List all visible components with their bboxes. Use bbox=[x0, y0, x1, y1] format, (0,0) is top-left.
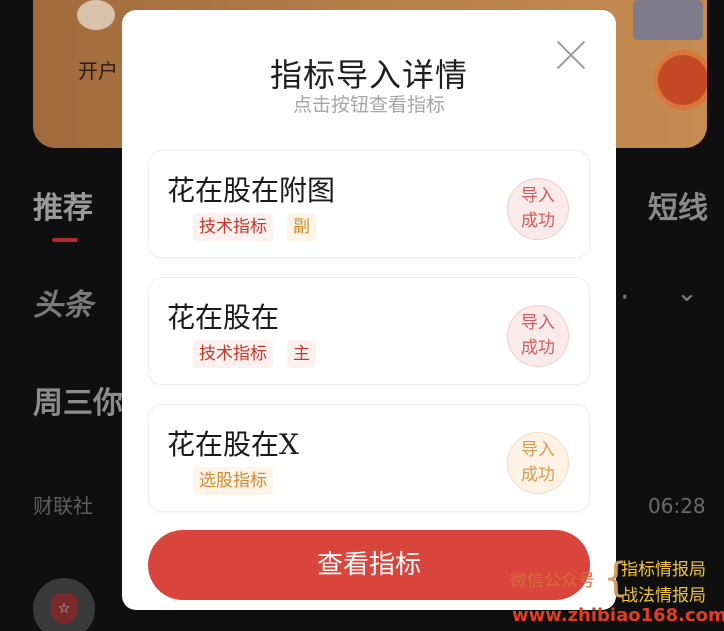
indicator-type-tag: 技术指标 bbox=[193, 213, 273, 241]
watermark-line1: 指标情报局 bbox=[621, 560, 706, 580]
news-time: 06:28 bbox=[648, 494, 706, 518]
tab-short-line[interactable]: 短线 bbox=[648, 183, 708, 227]
indicator-chart-tag: 副 bbox=[287, 213, 316, 241]
badge-line1: 导入 bbox=[521, 440, 555, 460]
chevron-down-icon[interactable]: ⌄ bbox=[676, 278, 698, 308]
indicator-card[interactable]: 花在股在 技术指标 主 导入 成功 bbox=[148, 277, 590, 385]
close-icon[interactable] bbox=[554, 38, 588, 72]
coin-icon bbox=[653, 50, 707, 110]
active-tab-indicator bbox=[52, 238, 78, 242]
news-source: 财联社 bbox=[33, 494, 93, 518]
indicator-name: 花在股在附图 bbox=[167, 174, 336, 207]
indicator-name: 花在股在 bbox=[167, 301, 280, 334]
flower-icon bbox=[77, 0, 115, 30]
shield-icon: ☆ bbox=[51, 594, 77, 624]
indicator-type-tag: 技术指标 bbox=[193, 340, 273, 368]
badge-line2: 成功 bbox=[521, 338, 555, 358]
banner-open-account-text: 开户 bbox=[78, 59, 118, 83]
badge-line1: 导入 bbox=[521, 313, 555, 333]
watermark-label: 微信公众号 bbox=[510, 571, 595, 591]
toutiao-label: 头条 bbox=[33, 288, 93, 323]
dialog-subtitle: 点击按钮查看指标 bbox=[292, 94, 445, 116]
watermark-url: www.zhibiao168.com bbox=[512, 605, 724, 626]
gift-icon bbox=[633, 0, 703, 40]
indicator-chart-tag: 主 bbox=[287, 340, 316, 368]
import-success-badge: 导入 成功 bbox=[507, 305, 569, 367]
indicator-import-dialog: 指标导入详情 点击按钮查看指标 花在股在附图 技术指标 副 导入 成功 花在股在… bbox=[122, 10, 616, 610]
more-dots: · bbox=[620, 280, 630, 315]
badge-line2: 成功 bbox=[521, 211, 555, 231]
indicator-name: 花在股在X bbox=[167, 428, 299, 461]
watermark-line2: 战法情报局 bbox=[621, 586, 706, 606]
badge-line1: 导入 bbox=[521, 186, 555, 206]
import-success-badge: 导入 成功 bbox=[507, 432, 569, 494]
indicator-card[interactable]: 花在股在附图 技术指标 副 导入 成功 bbox=[148, 150, 590, 258]
tab-recommend[interactable]: 推荐 bbox=[33, 183, 93, 227]
indicator-type-tag: 选股指标 bbox=[193, 467, 273, 495]
import-success-badge: 导入 成功 bbox=[507, 178, 569, 240]
indicator-card[interactable]: 花在股在X 选股指标 导入 成功 bbox=[148, 404, 590, 512]
badge-line2: 成功 bbox=[521, 465, 555, 485]
avatar[interactable]: ☆ bbox=[33, 578, 95, 631]
news-headline[interactable]: 周三你 bbox=[33, 378, 123, 422]
